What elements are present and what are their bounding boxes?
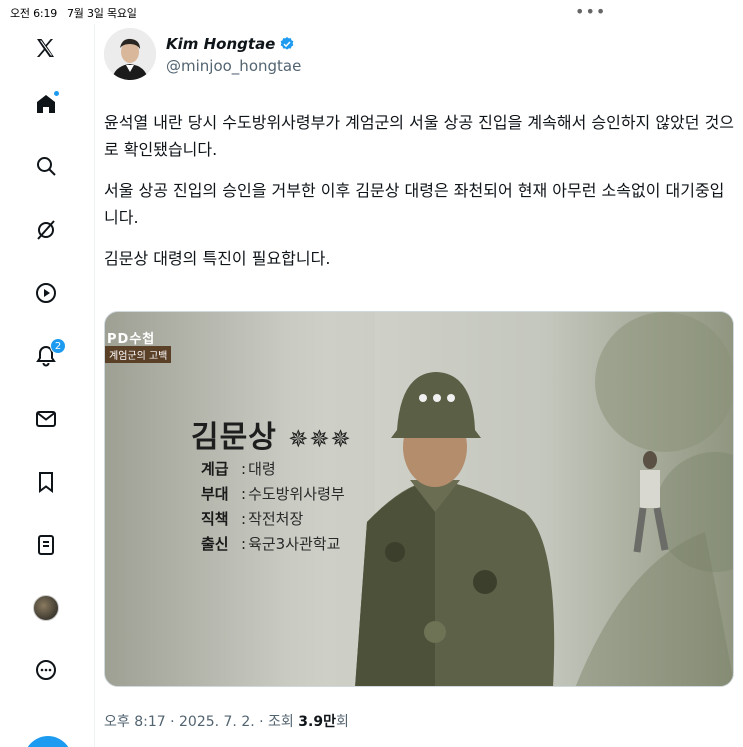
notification-count-badge: 2: [50, 338, 66, 354]
tweet-paragraph: 김문상 대령의 특진이 필요합니다.: [104, 249, 331, 268]
caption-row: 출신: 육군3사관학교: [201, 535, 341, 553]
sidebar: 2: [0, 24, 95, 747]
lists-icon[interactable]: [26, 525, 66, 565]
tweet-paragraph: 윤석열 내란 당시 수도방위사령부가 계엄군의 서울 상공 진입을 계속해서 승…: [104, 113, 735, 159]
tweet-media-image[interactable]: PD수첩 계엄군의 고백 김문상 ✵✵✵ 계급: 대령 부대: 수도방위사령부 직책…: [104, 311, 734, 687]
verified-badge-icon: [281, 37, 294, 50]
caption-rows: 계급: 대령 부대: 수도방위사령부 직책: 작전처장 출신: 육군3사관학교: [201, 457, 345, 557]
author-avatar[interactable]: [104, 28, 156, 80]
tweet-timestamp[interactable]: 오후 8:17 · 2025. 7. 2. · 조회: [104, 714, 298, 730]
tweet-detail: Kim Hongtae @minjoo_hongtae 윤석열 내란 당시 수도…: [96, 24, 743, 747]
notifications-icon[interactable]: 2: [26, 336, 66, 376]
x-logo-icon[interactable]: [26, 28, 66, 68]
caption-row: 직책: 작전처장: [201, 510, 304, 528]
grok-icon[interactable]: [26, 210, 66, 250]
caption-row: 계급: 대령: [201, 460, 276, 478]
author-name-row[interactable]: Kim Hongtae: [166, 35, 295, 53]
status-bar: 오전 6:19 7월 3일 목요일 •••: [0, 0, 743, 24]
view-suffix: 회: [335, 714, 349, 730]
tweet-text: 윤석열 내란 당시 수도방위사령부가 계엄군의 서울 상공 진입을 계속해서 승…: [104, 109, 739, 286]
profile-avatar-image: [33, 595, 59, 621]
home-dot-badge: [53, 90, 60, 97]
media-scene: [105, 312, 733, 686]
tweet-meta: 오후 8:17 · 2025. 7. 2. · 조회 3.9만회: [104, 711, 349, 731]
more-icon[interactable]: [26, 650, 66, 690]
home-icon[interactable]: [26, 84, 66, 124]
search-icon[interactable]: [26, 146, 66, 186]
caption-name: 김문상 ✵✵✵: [191, 420, 352, 455]
status-time: 오전 6:19 7월 3일 목요일: [10, 7, 137, 20]
compose-button[interactable]: [24, 736, 72, 747]
view-count: 3.9만: [298, 714, 336, 730]
author-name[interactable]: Kim Hongtae: [166, 35, 275, 53]
caption-row: 부대: 수도방위사령부: [201, 485, 345, 503]
tweet-paragraph: 서울 상공 진입의 승인을 거부한 이후 김문상 대령은 좌천되어 현재 아무런…: [104, 181, 725, 227]
rank-stars: ✵✵✵: [288, 425, 352, 453]
bookmarks-icon[interactable]: [26, 462, 66, 502]
program-tag: 계엄군의 고백: [105, 346, 172, 363]
profile-avatar[interactable]: [26, 588, 66, 628]
multitask-dots[interactable]: •••: [575, 2, 606, 21]
messages-icon[interactable]: [26, 399, 66, 439]
program-logo: PD수첩: [107, 332, 156, 347]
author-handle[interactable]: @minjoo_hongtae: [166, 57, 301, 75]
video-icon[interactable]: [26, 273, 66, 313]
